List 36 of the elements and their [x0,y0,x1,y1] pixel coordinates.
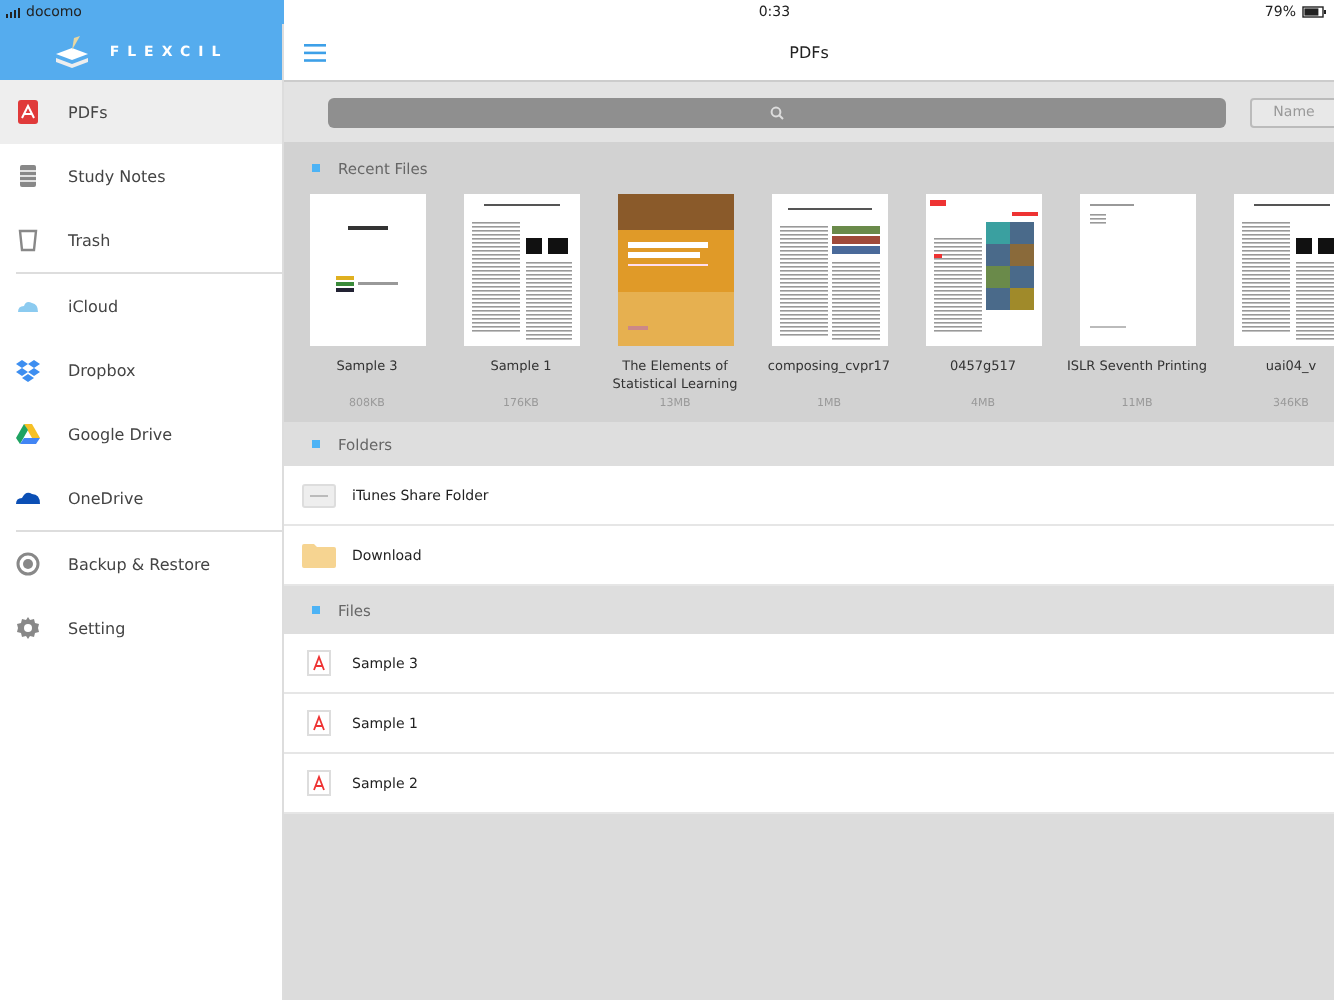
pdf-file-icon [302,770,336,796]
document-thumbnail[interactable] [463,194,579,346]
menu-icon[interactable] [304,43,326,61]
sidebar-label: OneDrive [68,489,144,507]
logo-icon [53,36,90,68]
book-cover-thumbnail[interactable] [617,194,733,346]
pdf-icon [16,100,40,124]
document-thumbnail[interactable] [925,194,1041,346]
sidebar-label: Study Notes [68,167,166,185]
document-thumbnail[interactable] [1079,194,1195,346]
document-thumbnail[interactable] [309,194,425,346]
dropbox-icon [16,358,40,382]
folder-icon [302,483,336,507]
notebook-icon [16,164,40,188]
folder-icon [302,543,336,567]
battery-icon [1301,6,1326,18]
sidebar-label: Setting [68,619,126,637]
sidebar-label: iCloud [68,297,119,315]
pdf-file-icon [302,710,336,736]
page-title: PDFs [789,43,829,61]
sidebar-label: Google Drive [68,425,173,443]
pdf-file-icon [302,650,336,676]
search-icon [770,105,784,119]
sidebar-label: Backup & Restore [68,555,211,573]
document-thumbnail[interactable] [771,194,887,346]
trash-icon [16,228,40,252]
sidebar-label: Dropbox [68,361,136,379]
document-thumbnail[interactable] [1233,194,1334,346]
sidebar-label: PDFs [68,103,108,121]
drive-icon [16,422,40,446]
search-field[interactable] [328,97,1226,127]
settings-icon [16,616,40,640]
sidebar-item[interactable]: PDFs [0,80,282,144]
restore-icon [16,552,40,576]
signal-icon [6,7,20,17]
sidebar-label: Trash [68,231,111,249]
